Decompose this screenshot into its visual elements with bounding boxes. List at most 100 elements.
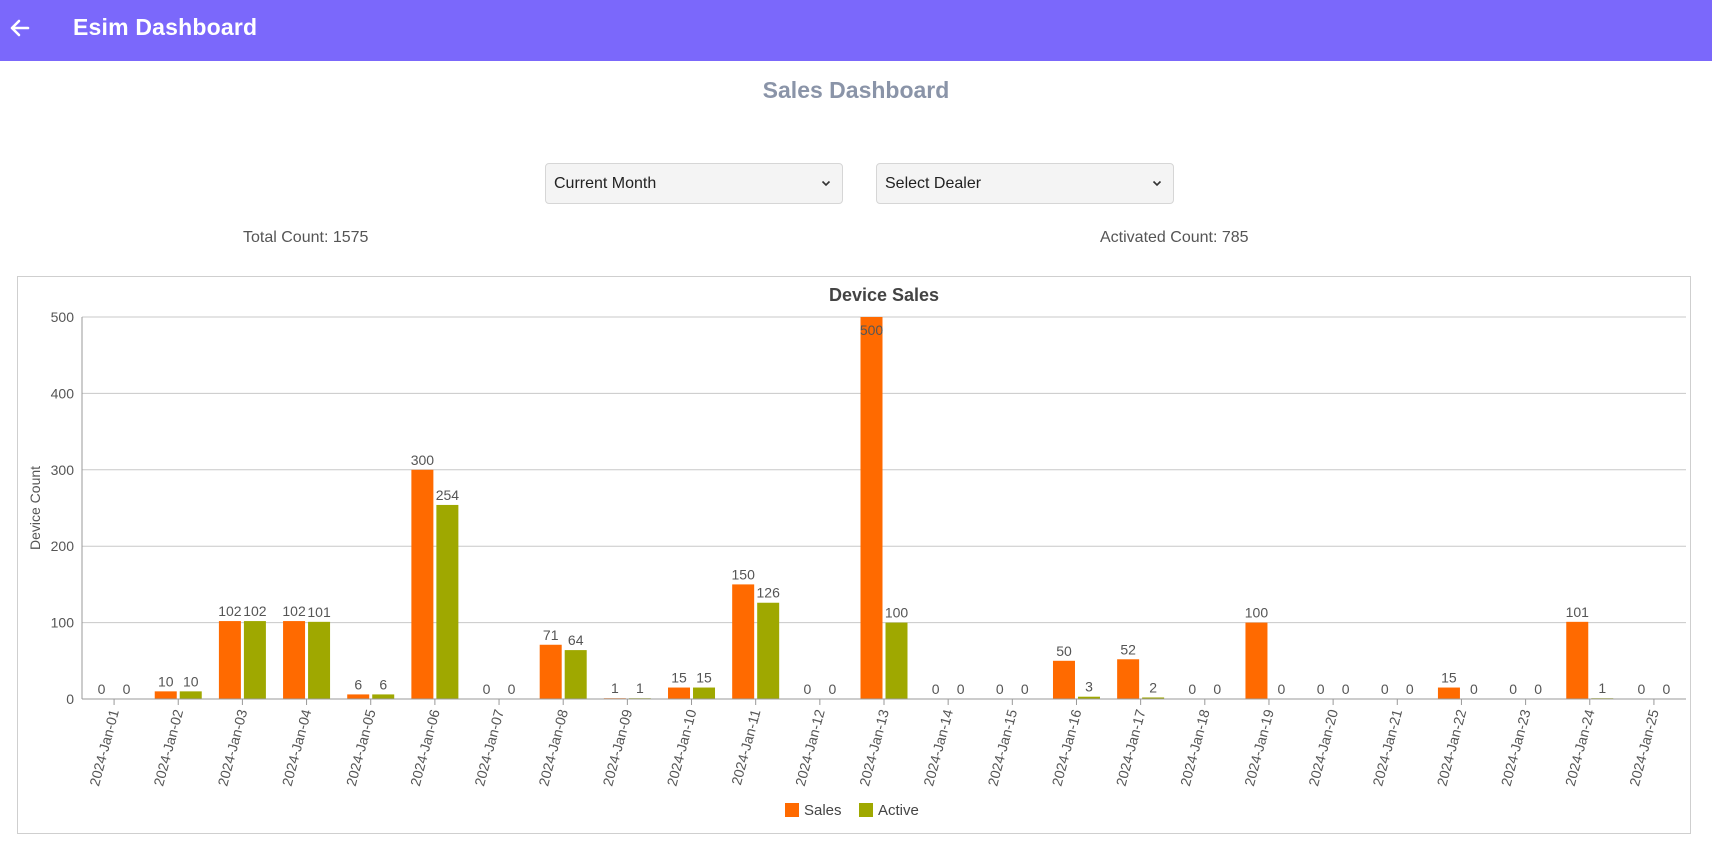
chart-title: Device Sales	[829, 285, 939, 305]
dealer-select[interactable]: Select Dealer	[876, 163, 1174, 204]
data-label-sales: 52	[1120, 641, 1136, 657]
y-tick-label: 500	[51, 309, 75, 325]
bar-active	[885, 622, 908, 699]
data-label-active: 6	[379, 676, 387, 692]
data-label-active: 126	[757, 585, 781, 601]
x-tick-label: 2024-Jan-07	[471, 707, 507, 787]
data-label-sales: 500	[860, 322, 884, 338]
data-label-active: 0	[828, 681, 836, 697]
device-sales-chart: Device Sales 0 100 200 300 400 500 Device Count…	[17, 276, 1691, 834]
y-tick-label: 100	[51, 615, 75, 631]
data-label-active: 15	[696, 670, 712, 686]
data-label-sales: 150	[732, 566, 756, 582]
data-label-active: 100	[885, 605, 909, 621]
data-label-sales: 10	[158, 673, 174, 689]
legend-label-sales: Sales	[804, 802, 842, 819]
legend-swatch-active	[859, 803, 873, 817]
period-select[interactable]: Current Month	[545, 163, 843, 204]
data-label-active: 0	[1534, 681, 1542, 697]
data-label-active: 10	[183, 673, 199, 689]
data-label-active: 64	[568, 632, 584, 648]
data-label-sales: 101	[1566, 604, 1590, 620]
x-tick-label: 2024-Jan-14	[920, 707, 956, 787]
x-tick-label: 2024-Jan-21	[1369, 707, 1405, 787]
chart-canvas: Device Sales0100200300400500Device Count…	[27, 285, 1686, 819]
chevron-down-icon	[821, 180, 831, 187]
data-label-sales: 300	[411, 452, 435, 468]
data-label-active: 0	[1278, 681, 1286, 697]
data-label-sales: 15	[1441, 670, 1457, 686]
x-tick-label: 2024-Jan-23	[1498, 707, 1534, 787]
x-tick-label: 2024-Jan-03	[214, 707, 250, 787]
legend-swatch-sales	[785, 803, 799, 817]
data-label-sales: 102	[282, 603, 306, 619]
app-title: Esim Dashboard	[73, 14, 258, 40]
data-label-sales: 0	[98, 681, 106, 697]
x-tick-label: 2024-Jan-24	[1562, 707, 1598, 787]
legend-label-active: Active	[878, 802, 919, 819]
page-title: Sales Dashboard	[762, 77, 950, 103]
x-tick-label: 2024-Jan-05	[343, 707, 379, 787]
x-tick-label: 2024-Jan-19	[1241, 707, 1277, 787]
x-tick-label: 2024-Jan-06	[407, 707, 443, 787]
back-button[interactable]	[4, 12, 36, 44]
data-label-sales: 0	[1188, 681, 1196, 697]
data-label-active: 0	[1663, 681, 1671, 697]
data-label-active: 1	[636, 680, 644, 696]
data-label-sales: 100	[1245, 605, 1269, 621]
bar-sales	[1117, 659, 1140, 699]
dealer-select-value: Select Dealer	[885, 175, 982, 192]
x-tick-label: 2024-Jan-02	[150, 707, 186, 787]
bar-active	[308, 621, 331, 699]
data-label-sales: 0	[1317, 681, 1325, 697]
data-label-sales: 50	[1056, 643, 1072, 659]
bar-sales	[539, 644, 562, 699]
x-tick-label: 2024-Jan-20	[1305, 707, 1341, 787]
bar-active	[179, 691, 202, 699]
app-header: Esim Dashboard	[0, 0, 1712, 61]
x-tick-label: 2024-Jan-17	[1113, 707, 1149, 787]
x-tick-label: 2024-Jan-08	[535, 707, 571, 787]
bar-sales	[411, 469, 434, 699]
data-label-active: 254	[436, 487, 460, 503]
data-label-sales: 1	[611, 680, 619, 696]
bar-active	[757, 602, 780, 699]
data-label-active: 0	[1213, 681, 1221, 697]
bar-sales	[860, 317, 883, 699]
bar-sales	[154, 691, 177, 699]
x-tick-label: 2024-Jan-16	[1049, 707, 1085, 787]
x-tick-label: 2024-Jan-25	[1626, 707, 1662, 787]
data-label-sales: 15	[671, 670, 687, 686]
x-tick-label: 2024-Jan-01	[86, 707, 122, 787]
y-tick-label: 300	[51, 462, 75, 478]
arrow-left-icon	[10, 19, 30, 37]
x-tick-label: 2024-Jan-12	[792, 707, 828, 787]
activated-count: Activated Count: 785	[1100, 229, 1249, 246]
data-label-sales: 102	[218, 603, 242, 619]
y-axis-label: Device Count	[27, 466, 43, 550]
bar-sales	[1437, 687, 1460, 699]
data-label-sales: 0	[1509, 681, 1517, 697]
data-label-active: 0	[1406, 681, 1414, 697]
bar-sales	[668, 687, 691, 699]
bar-active	[436, 504, 459, 699]
x-tick-label: 2024-Jan-09	[599, 707, 635, 787]
data-label-active: 2	[1149, 679, 1157, 695]
data-label-active: 3	[1085, 679, 1093, 695]
total-count: Total Count: 1575	[243, 229, 369, 246]
bar-sales	[218, 621, 241, 699]
x-tick-label: 2024-Jan-13	[856, 707, 892, 787]
x-tick-label: 2024-Jan-18	[1177, 707, 1213, 787]
data-label-sales: 71	[543, 627, 559, 643]
bar-sales	[1245, 622, 1268, 699]
x-tick-label: 2024-Jan-22	[1434, 707, 1470, 787]
data-label-sales: 0	[1638, 681, 1646, 697]
data-label-active: 102	[243, 603, 267, 619]
data-label-sales: 0	[483, 681, 491, 697]
x-tick-label: 2024-Jan-04	[279, 707, 315, 787]
bar-sales	[283, 621, 306, 699]
bar-sales	[1052, 660, 1075, 699]
data-label-active: 101	[307, 604, 331, 620]
data-label-sales: 0	[803, 681, 811, 697]
bar-active	[693, 687, 716, 699]
